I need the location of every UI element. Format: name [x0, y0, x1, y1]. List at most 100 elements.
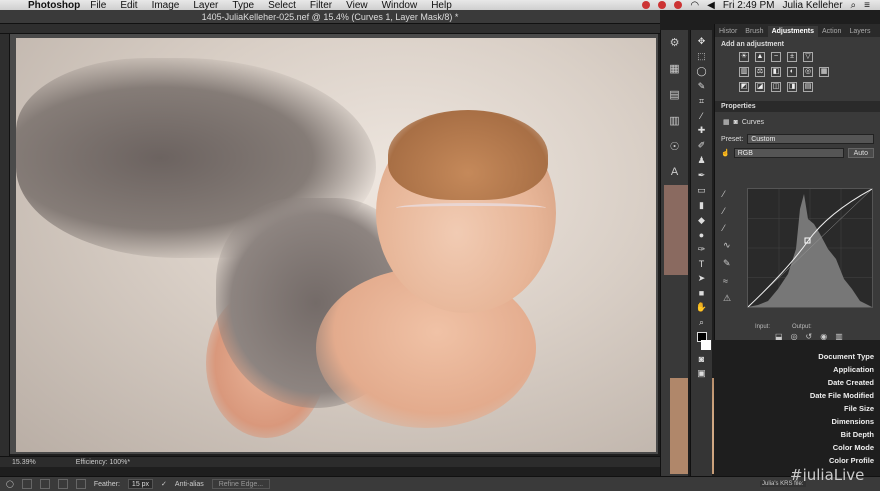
histogram-icon[interactable]: ▦	[669, 62, 679, 75]
brush-tool-icon[interactable]: ✐	[698, 140, 706, 151]
move-tool-icon[interactable]: ✥	[698, 36, 706, 47]
auto-button[interactable]: Auto	[847, 148, 874, 158]
layers-icon[interactable]: ▤	[669, 88, 679, 101]
eyedropper-tool-icon[interactable]: ⁄	[701, 111, 703, 121]
menu-window[interactable]: Window	[382, 0, 418, 10]
invert-icon[interactable]: ◩	[739, 82, 749, 92]
efficiency-readout[interactable]: Efficiency: 100%*	[76, 459, 130, 466]
pen-tool-icon[interactable]: ✑	[698, 244, 706, 255]
ruler-horizontal[interactable]	[0, 24, 660, 34]
tab-brush[interactable]: Brush	[741, 26, 767, 37]
curves-icon[interactable]: ~	[771, 52, 781, 62]
dodge-tool-icon[interactable]: ●	[699, 230, 704, 240]
marquee-tool-icon[interactable]: ⬚	[697, 51, 706, 62]
smooth-icon[interactable]: ≈	[723, 276, 731, 286]
channel-select[interactable]: RGB	[733, 148, 844, 158]
color-balance-icon[interactable]: ⚖	[755, 67, 765, 77]
quick-mask-icon[interactable]: ◙	[699, 354, 704, 364]
trash-icon[interactable]: ▥	[835, 332, 843, 341]
tab-actions[interactable]: Action	[818, 26, 845, 37]
antialias-checkbox-icon[interactable]: ✓	[161, 480, 167, 488]
eraser-tool-icon[interactable]: ▭	[697, 185, 706, 196]
menu-edit[interactable]: Edit	[120, 0, 137, 10]
menu-image[interactable]: Image	[152, 0, 180, 10]
type-tool-icon[interactable]: T	[699, 259, 705, 269]
app-name-menu[interactable]: Photoshop	[28, 0, 80, 10]
pencil-icon[interactable]: ✎	[723, 258, 731, 269]
menu-type[interactable]: Type	[232, 0, 254, 10]
levels-icon[interactable]: ▲	[755, 52, 765, 62]
quick-select-tool-icon[interactable]: ✎	[698, 81, 706, 92]
menu-list-icon[interactable]: ≡	[864, 0, 870, 10]
black-white-icon[interactable]: ◧	[771, 67, 781, 77]
menu-view[interactable]: View	[346, 0, 368, 10]
new-selection-icon[interactable]	[21, 479, 32, 489]
threshold-icon[interactable]: ◫	[771, 82, 781, 92]
path-select-tool-icon[interactable]: ➤	[698, 273, 706, 284]
color-lookup-icon[interactable]: ▦	[819, 67, 829, 77]
grid-icon[interactable]: ▥	[669, 114, 679, 127]
screen-mode-icon[interactable]: ▣	[697, 368, 706, 379]
clone-source-icon[interactable]: ☉	[670, 140, 680, 153]
volume-icon[interactable]: ◀	[707, 0, 715, 10]
menu-filter[interactable]: Filter	[310, 0, 332, 10]
hue-saturation-icon[interactable]: ▥	[739, 67, 749, 77]
feather-input[interactable]: 15 px	[127, 479, 154, 489]
tab-adjustments[interactable]: Adjustments	[767, 26, 818, 37]
gradient-map-icon[interactable]: ▤	[803, 82, 813, 92]
lasso-tool-icon[interactable]: ◯	[6, 480, 14, 488]
blur-tool-icon[interactable]: ◆	[698, 215, 705, 226]
layer-mask-icon[interactable]: ◙	[734, 119, 738, 126]
menu-select[interactable]: Select	[268, 0, 296, 10]
zoom-tool-icon[interactable]: ⌕	[699, 317, 704, 328]
tab-layers[interactable]: Layers	[845, 26, 874, 37]
refine-edge-button[interactable]: Refine Edge...	[211, 479, 271, 489]
document-tab[interactable]: 1405-JuliaKelleher-025.nef @ 15.4% (Curv…	[0, 10, 660, 24]
clipping-warning-icon[interactable]: ⚠	[723, 293, 731, 304]
gradient-tool-icon[interactable]: ▮	[699, 200, 704, 211]
view-previous-icon[interactable]: ◎	[791, 332, 798, 341]
brightness-icon[interactable]: ☀	[739, 52, 749, 62]
menu-file[interactable]: File	[90, 0, 106, 10]
visibility-icon[interactable]: ◉	[820, 332, 827, 341]
eyedropper-gray-icon[interactable]: ⁄	[723, 206, 731, 216]
curve-graph[interactable]	[747, 188, 873, 308]
posterize-icon[interactable]: ◪	[755, 82, 765, 92]
on-image-adjust-icon[interactable]: ☝	[721, 149, 730, 157]
eyedropper-white-icon[interactable]: ⁄	[723, 223, 731, 233]
photo-filter-icon[interactable]: ◐	[787, 67, 797, 77]
selective-color-icon[interactable]: ◨	[787, 82, 797, 92]
preset-select[interactable]: Custom	[747, 134, 874, 144]
ruler-vertical[interactable]	[0, 34, 10, 456]
shape-tool-icon[interactable]: ■	[699, 288, 704, 298]
vibrance-icon[interactable]: ▽	[803, 52, 813, 62]
curve-point-icon[interactable]: ∿	[723, 240, 731, 251]
clone-stamp-tool-icon[interactable]: ♟	[697, 155, 705, 166]
character-icon[interactable]: A	[671, 166, 678, 178]
eyedropper-black-icon[interactable]: ⁄	[723, 189, 731, 199]
zoom-level[interactable]: 15.39%	[12, 459, 36, 466]
search-icon[interactable]: ⌕	[851, 0, 857, 10]
reset-icon[interactable]: ↺	[806, 332, 813, 341]
curves-adjustment-icon[interactable]: ▦	[723, 118, 730, 126]
canvas-area[interactable]	[10, 34, 658, 454]
subtract-selection-icon[interactable]	[57, 479, 68, 489]
background-color-swatch[interactable]	[700, 340, 711, 350]
add-selection-icon[interactable]	[39, 479, 50, 489]
healing-tool-icon[interactable]: ✚	[698, 125, 706, 136]
status-app-icon[interactable]	[674, 1, 683, 9]
brush-settings-icon[interactable]: ⚙	[670, 36, 680, 49]
status-app-icon[interactable]	[658, 1, 667, 9]
user-name[interactable]: Julia Kelleher	[783, 0, 843, 10]
crop-tool-icon[interactable]: ⌗	[699, 96, 704, 107]
hand-tool-icon[interactable]: ✋	[696, 302, 707, 313]
channel-mixer-icon[interactable]: ◎	[803, 67, 813, 77]
wifi-icon[interactable]: ◠	[690, 0, 699, 10]
menu-help[interactable]: Help	[431, 0, 452, 10]
history-brush-tool-icon[interactable]: ✒	[698, 170, 706, 181]
clock[interactable]: Fri 2:49 PM	[723, 0, 775, 10]
intersect-selection-icon[interactable]	[75, 479, 86, 489]
clip-to-layer-icon[interactable]: ⬓	[775, 332, 783, 341]
exposure-icon[interactable]: ±	[787, 52, 797, 62]
photo-newborn[interactable]	[16, 38, 656, 452]
